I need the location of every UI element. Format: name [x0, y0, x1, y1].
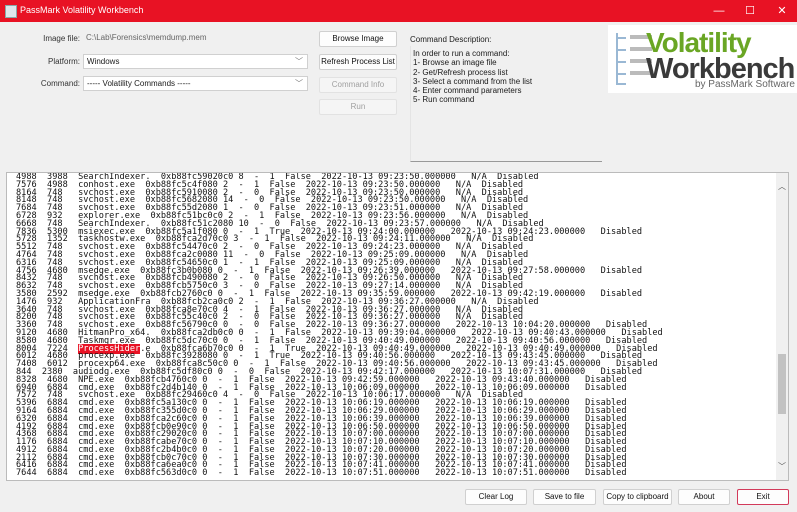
vertical-scrollbar[interactable]: ︿ ﹀: [776, 173, 788, 480]
command-description-box: In order to run a command: 1- Browse an …: [410, 46, 602, 162]
description-line: In order to run a command:: [413, 49, 510, 58]
output-log[interactable]: 4988 3988 SearchIndexer. 0xb88fc59020c0 …: [6, 172, 789, 481]
command-label: Command:: [40, 79, 80, 88]
log-line: 7644 6884 cmd.exe 0xb88fc563d0c0 0 - 1 F…: [16, 468, 627, 479]
description-line: 2- Get/Refresh process list: [413, 67, 508, 77]
platform-select[interactable]: Windows ﹀: [83, 54, 308, 69]
copy-to-clipboard-button[interactable]: Copy to clipboard: [603, 489, 672, 505]
platform-value: Windows: [87, 57, 120, 66]
close-button[interactable]: ✕: [767, 0, 797, 22]
description-line: 1- Browse an image file: [413, 58, 497, 68]
title-bar: PassMark Volatility Workbench — ☐ ✕: [0, 0, 797, 22]
log-lines[interactable]: 4988 3988 SearchIndexer. 0xb88fc59020c0 …: [16, 173, 663, 479]
browse-image-button[interactable]: Browse Image: [319, 31, 397, 47]
clear-log-button[interactable]: Clear Log: [465, 489, 527, 505]
volatility-workbench-logo: Volatility Workbench by PassMark Softwar…: [608, 25, 797, 93]
save-to-file-button[interactable]: Save to file: [533, 489, 596, 505]
command-value: ----- Volatility Commands -----: [87, 79, 191, 88]
maximize-button[interactable]: ☐: [735, 0, 765, 22]
command-description-label: Command Description:: [410, 35, 492, 44]
logo-byline: by PassMark Software: [694, 79, 795, 90]
description-line: 5- Run command: [413, 95, 475, 105]
scroll-up-icon[interactable]: ︿: [776, 181, 788, 192]
image-file-field[interactable]: C:\Lab\Forensics\memdump.mem: [83, 31, 308, 46]
platform-label: Platform:: [47, 57, 80, 66]
description-line: 4- Enter command parameters: [413, 86, 522, 96]
window-title: PassMark Volatility Workbench: [20, 5, 144, 15]
scrollbar-thumb[interactable]: [778, 354, 786, 415]
chevron-down-icon: ﹀: [295, 57, 303, 66]
command-info-button[interactable]: Command Info: [319, 77, 397, 93]
command-select[interactable]: ----- Volatility Commands ----- ﹀: [83, 76, 308, 91]
chevron-down-icon: ﹀: [295, 79, 303, 88]
run-button[interactable]: Run: [319, 99, 397, 115]
app-icon: [5, 5, 17, 18]
scroll-down-icon[interactable]: ﹀: [776, 461, 788, 472]
image-file-label: Image file:: [43, 34, 80, 43]
minimize-button[interactable]: —: [704, 0, 734, 22]
description-line: 3- Select a command from the list: [413, 76, 533, 86]
refresh-process-list-button[interactable]: Refresh Process List: [319, 54, 397, 70]
exit-button[interactable]: Exit: [737, 489, 789, 505]
about-button[interactable]: About: [678, 489, 730, 505]
